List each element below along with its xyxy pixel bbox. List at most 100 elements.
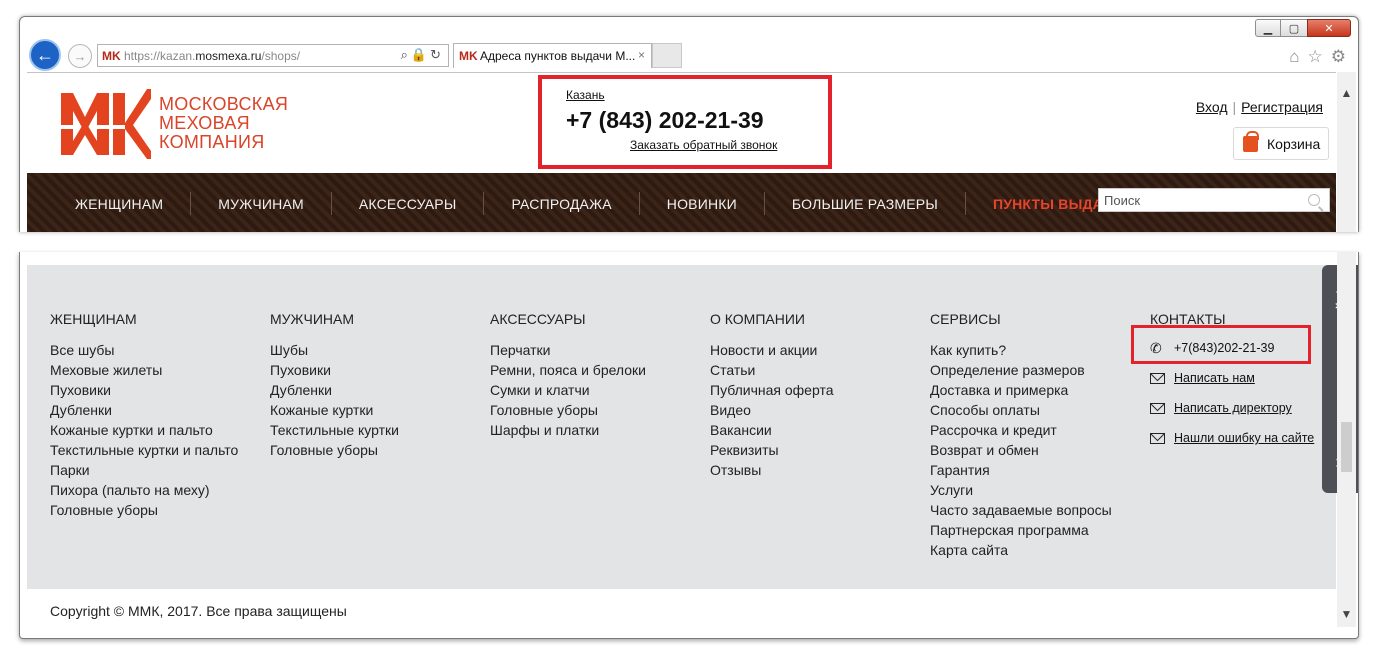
footer-column-title: МУЖЧИНАМ [270, 311, 354, 327]
search-icon[interactable] [1308, 194, 1320, 206]
back-button[interactable]: ← [29, 39, 61, 71]
footer-link[interactable]: Способы оплаты [930, 400, 1112, 420]
footer-link[interactable]: Вакансии [710, 420, 834, 440]
contact-write-us-row[interactable]: Написать нам [1150, 363, 1314, 393]
footer-link[interactable]: Рассрочка и кредит [930, 420, 1112, 440]
footer-link[interactable]: Отзывы [710, 460, 834, 480]
contacts-list: ✆ +7(843)202-21-39 Написать нам Написать… [1131, 325, 1314, 453]
lock-icon[interactable]: 🔒 [411, 47, 430, 62]
maximize-button[interactable]: ▢ [1281, 19, 1307, 37]
footer-link[interactable]: Публичная оферта [710, 380, 834, 400]
tab-close-icon[interactable]: × [638, 48, 645, 62]
report-error-link[interactable]: Нашли ошибку на сайте [1174, 431, 1314, 445]
footer-link[interactable]: Головные уборы [270, 440, 399, 460]
scrollbar-thumb[interactable] [1341, 422, 1352, 472]
cart-button[interactable]: Корзина [1233, 127, 1329, 160]
footer-link[interactable]: Гарантия [930, 460, 1112, 480]
footer-link[interactable]: Статьи [710, 360, 834, 380]
forward-button[interactable]: → [68, 44, 92, 68]
footer-link[interactable]: Текстильные куртки и пальто [50, 440, 238, 460]
nav-item-men[interactable]: МУЖЧИНАМ [190, 192, 331, 215]
footer-link[interactable]: Пуховики [50, 380, 238, 400]
site-header: МОСКОВСКАЯ МЕХОВАЯ КОМПАНИЯ Казань +7 (8… [27, 72, 1336, 232]
logo-line-1: МОСКОВСКАЯ [159, 93, 289, 114]
browser-window-top: ▁ ▢ ✕ ← → MK https://kazan.mosmexa.ru/sh… [19, 16, 1359, 232]
footer-link[interactable]: Видео [710, 400, 834, 420]
nav-item-big-sizes[interactable]: БОЛЬШИЕ РАЗМЕРЫ [763, 192, 965, 215]
address-url[interactable]: https://kazan.mosmexa.ru/shops/ [124, 49, 300, 63]
browser-toolbar-icons: ⌂ ☆ ⚙ [1289, 47, 1346, 67]
refresh-icon[interactable]: ↻ [430, 47, 444, 62]
nav-item-sale[interactable]: РАСПРОДАЖА [483, 192, 638, 215]
nav-item-new[interactable]: НОВИНКИ [638, 192, 764, 215]
footer-link[interactable]: Часто задаваемые вопросы [930, 500, 1112, 520]
footer-link[interactable]: Перчатки [490, 340, 646, 360]
footer-link[interactable]: Головные уборы [50, 500, 238, 520]
logo-line-3: КОМПАНИЯ [159, 131, 265, 152]
site-footer: ЖЕНЩИНАМ Все шубы Меховые жилеты Пуховик… [27, 265, 1358, 589]
search-icon[interactable]: ⌕ [401, 47, 411, 62]
footer-link[interactable]: Возврат и обмен [930, 440, 1112, 460]
footer-link[interactable]: Пуховики [270, 360, 399, 380]
nav-items: ЖЕНЩИНАМ МУЖЧИНАМ АКСЕССУАРЫ РАСПРОДАЖА … [58, 173, 1149, 232]
site-logo[interactable]: МОСКОВСКАЯ МЕХОВАЯ КОМПАНИЯ [59, 85, 288, 161]
main-navigation: ЖЕНЩИНАМ МУЖЧИНАМ АКСЕССУАРЫ РАСПРОДАЖА … [27, 173, 1336, 232]
footer-link[interactable]: Кожаные куртки и пальто [50, 420, 238, 440]
favorites-star-icon[interactable]: ☆ [1308, 47, 1323, 67]
nav-item-accessories[interactable]: АКСЕССУАРЫ [330, 192, 484, 215]
footer-link[interactable]: Пихора (пальто на меху) [50, 480, 238, 500]
write-us-link[interactable]: Написать нам [1174, 371, 1255, 385]
footer-link[interactable]: Дубленки [50, 400, 238, 420]
home-icon[interactable]: ⌂ [1289, 47, 1299, 67]
close-window-button[interactable]: ✕ [1307, 19, 1351, 37]
footer-column-about: О КОМПАНИИ Новости и акции Статьи Публич… [710, 311, 834, 480]
auth-separator: | [1232, 99, 1237, 115]
footer-link[interactable]: Ремни, пояса и брелоки [490, 360, 646, 380]
search-placeholder: Поиск [1104, 192, 1141, 208]
arrow-right-icon: → [73, 48, 87, 64]
footer-link[interactable]: Шарфы и платки [490, 420, 646, 440]
footer-link[interactable]: Как купить? [930, 340, 1112, 360]
browser-tab-active[interactable]: MK Адреса пунктов выдачи М... × [453, 43, 652, 68]
footer-column-women: ЖЕНЩИНАМ Все шубы Меховые жилеты Пуховик… [50, 311, 238, 520]
city-selector-link[interactable]: Казань [566, 88, 605, 102]
address-bar-icons: ⌕🔒↻ [401, 47, 444, 63]
footer-link[interactable]: Услуги [930, 480, 1112, 500]
footer-link[interactable]: Карта сайта [930, 540, 1112, 560]
header-phone-number[interactable]: +7 (843) 202-21-39 [566, 107, 764, 134]
footer-link[interactable]: Новости и акции [710, 340, 834, 360]
footer-link[interactable]: Реквизиты [710, 440, 834, 460]
address-bar[interactable]: MK https://kazan.mosmexa.ru/shops/ ⌕🔒↻ [97, 44, 449, 67]
footer-link[interactable]: Кожаные куртки [270, 400, 399, 420]
footer-link[interactable]: Все шубы [50, 340, 238, 360]
scroll-down-arrow-icon[interactable]: ▼ [1337, 607, 1356, 621]
nav-item-women[interactable]: ЖЕНЩИНАМ [58, 192, 190, 215]
callback-request-link[interactable]: Заказать обратный звонок [630, 138, 777, 152]
new-tab-button[interactable] [652, 43, 682, 68]
footer-link[interactable]: Парки [50, 460, 238, 480]
contact-report-error-row[interactable]: Нашли ошибку на сайте [1150, 423, 1314, 453]
settings-gear-icon[interactable]: ⚙ [1331, 47, 1346, 67]
footer-link[interactable]: Меховые жилеты [50, 360, 238, 380]
envelope-icon [1150, 432, 1174, 444]
login-link[interactable]: Вход [1196, 99, 1228, 115]
vertical-scrollbar[interactable]: ▲ [1337, 72, 1356, 232]
footer-link[interactable]: Определение размеров [930, 360, 1112, 380]
footer-link[interactable]: Доставка и примерка [930, 380, 1112, 400]
minimize-button[interactable]: ▁ [1255, 19, 1281, 37]
write-director-link[interactable]: Написать директору [1174, 401, 1292, 415]
search-input[interactable]: Поиск [1098, 188, 1330, 212]
contact-phone-highlight-box [1131, 325, 1311, 364]
footer-link[interactable]: Сумки и клатчи [490, 380, 646, 400]
footer-link[interactable]: Шубы [270, 340, 399, 360]
footer-link[interactable]: Текстильные куртки [270, 420, 399, 440]
scroll-up-arrow-icon[interactable]: ▲ [1337, 86, 1356, 100]
register-link[interactable]: Регистрация [1241, 99, 1323, 115]
contact-write-director-row[interactable]: Написать директору [1150, 393, 1314, 423]
vertical-scrollbar[interactable]: ▼ [1337, 252, 1356, 627]
footer-link[interactable]: Головные уборы [490, 400, 646, 420]
footer-column-contacts: КОНТАКТЫ ✆ +7(843)202-21-39 Написать нам… [1131, 311, 1314, 453]
footer-link[interactable]: Дубленки [270, 380, 399, 400]
tab-favicon-icon: MK [459, 49, 478, 63]
footer-link[interactable]: Партнерская программа [930, 520, 1112, 540]
